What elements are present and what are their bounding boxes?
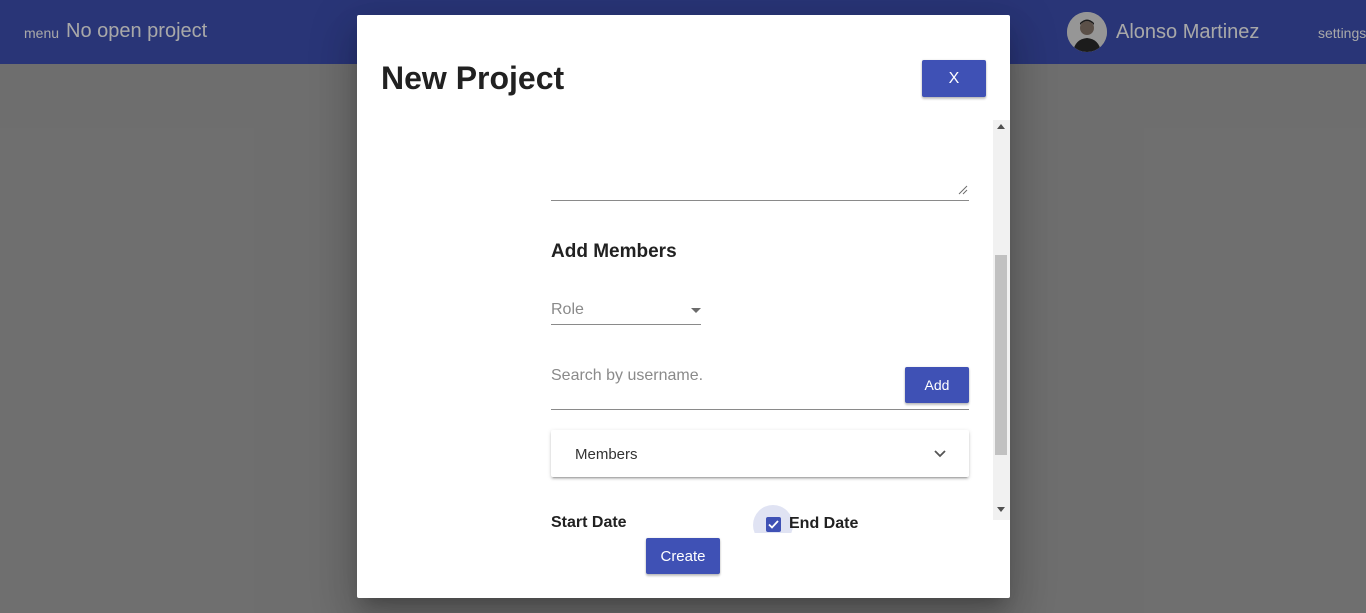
resize-handle-icon[interactable]	[958, 185, 968, 195]
dialog-title: New Project	[381, 60, 565, 96]
dialog-scroll-content[interactable]: Add Members Role Add Members Start Date …	[357, 120, 1010, 533]
create-button[interactable]: Create	[646, 538, 720, 574]
check-icon	[768, 520, 779, 529]
role-select[interactable]: Role	[551, 299, 701, 325]
members-panel-label: Members	[575, 446, 638, 463]
role-select-placeholder: Role	[551, 301, 584, 318]
close-button[interactable]: X	[922, 60, 986, 97]
end-date-label: End Date	[789, 515, 859, 532]
username-search-input[interactable]	[551, 367, 891, 385]
dropdown-caret-icon	[691, 308, 701, 313]
dialog-scrollbar[interactable]	[993, 120, 1010, 520]
new-project-dialog: New Project X Add Members Role Add Membe…	[357, 15, 1010, 598]
add-members-heading: Add Members	[551, 241, 677, 262]
members-expansion-panel[interactable]: Members	[551, 430, 969, 477]
start-date-label: Start Date	[551, 514, 627, 531]
scrollbar-thumb[interactable]	[995, 255, 1007, 455]
scroll-up-arrow[interactable]	[997, 124, 1005, 129]
scroll-down-arrow[interactable]	[997, 507, 1005, 512]
end-date-checkbox[interactable]	[766, 517, 781, 532]
description-textarea[interactable]	[551, 200, 969, 201]
add-member-button[interactable]: Add	[905, 367, 969, 403]
chevron-down-icon	[934, 450, 946, 458]
